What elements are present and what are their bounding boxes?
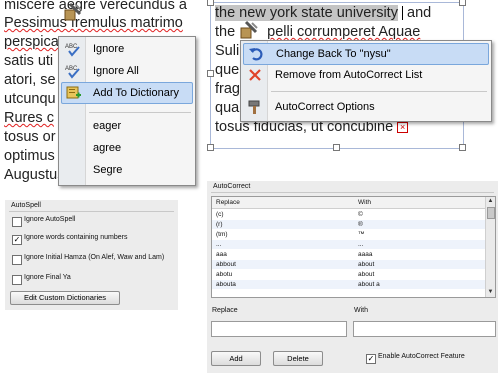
spellcheck-tool-icon[interactable] — [62, 2, 84, 22]
table-row[interactable]: abotu about — [212, 270, 485, 279]
table-row[interactable]: (c) © — [212, 210, 485, 219]
doc-line: satis uti — [4, 53, 54, 69]
suggestion-item[interactable]: Segre — [61, 160, 193, 180]
autospell-panel: AutoSpell Ignore AutoSpell ✓ Ignore word… — [5, 200, 178, 310]
suggestion-label: Segre — [93, 164, 123, 176]
option-label: Ignore Initial Hamza (On Alef, Waw and L… — [24, 254, 165, 261]
title-divider — [9, 211, 174, 212]
abc-check-icon: ABC — [65, 41, 81, 57]
doc-line: que — [215, 62, 240, 78]
doc-line: tosus or — [4, 129, 56, 145]
doc-line: frag — [215, 81, 240, 97]
autocorrect-panel: AutoCorrect Replace With (c) © (r) ® (tm) ™… — [207, 181, 498, 373]
scroll-thumb[interactable] — [487, 207, 495, 219]
undo-icon — [248, 46, 264, 62]
spelling-context-menu: ABC Ignore ABC Ignore All Add To Diction… — [58, 36, 196, 186]
panel-title: AutoSpell — [11, 202, 41, 209]
with-label: With — [354, 307, 368, 314]
menu-item-label: AutoCorrect Options — [275, 101, 375, 113]
scroll-down-icon[interactable]: ▼ — [487, 289, 494, 296]
replace-label: Replace — [212, 307, 238, 314]
delete-button[interactable]: Delete — [273, 351, 323, 366]
menu-item-label: Add To Dictionary — [93, 87, 180, 99]
suggestion-item[interactable]: agree — [61, 138, 193, 158]
option-label: Ignore words containing numbers — [24, 234, 128, 241]
menu-item-remove-autocorrect[interactable]: Remove from AutoCorrect List — [243, 65, 489, 85]
enable-autocorrect-label: Enable AutoCorrect Feature — [378, 353, 465, 360]
autocorrect-tool-icon[interactable] — [238, 20, 262, 40]
menu-item-ignore-all[interactable]: ABC Ignore All — [61, 61, 193, 81]
menu-item-label: Ignore All — [93, 65, 139, 77]
ignore-hamza-checkbox[interactable] — [12, 255, 22, 265]
autocorrect-context-menu: Change Back To "nysu" Remove from AutoCo… — [240, 40, 492, 122]
list-scrollbar[interactable]: ▲ ▼ — [485, 197, 495, 297]
with-input[interactable] — [353, 321, 496, 337]
doc-line: Suli — [215, 43, 240, 59]
doc-line: Augustus — [4, 167, 65, 183]
column-header-replace[interactable]: Replace — [216, 197, 240, 208]
table-row[interactable]: ...... — [212, 240, 485, 249]
list-header: Replace With — [212, 197, 485, 209]
doc-line: miscere aegre verecundus a — [4, 0, 187, 13]
scroll-up-icon[interactable]: ▲ — [487, 198, 494, 205]
table-row[interactable]: abouta about a — [212, 280, 485, 289]
doc-line: atori, se — [4, 72, 56, 88]
table-row[interactable]: (tm) ™ — [212, 230, 485, 239]
doc-line: qua — [215, 100, 240, 116]
option-label: Ignore Final Ya — [24, 274, 71, 281]
close-box-icon[interactable]: × — [397, 121, 409, 133]
menu-item-autocorrect-options[interactable]: AutoCorrect Options — [243, 97, 489, 117]
menu-item-label: Change Back To "nysu" — [276, 48, 391, 60]
hammer-icon — [247, 99, 263, 115]
doc-line: optimus — [4, 148, 55, 164]
menu-item-ignore[interactable]: ABC Ignore — [61, 39, 193, 59]
resize-handle[interactable] — [207, 144, 214, 151]
menu-item-change-back[interactable]: Change Back To "nysu" — [243, 43, 489, 65]
add-button[interactable]: Add — [211, 351, 261, 366]
menu-separator — [271, 91, 487, 92]
suggestion-item[interactable]: eager — [61, 116, 193, 136]
resize-handle[interactable] — [459, 0, 466, 6]
resize-handle[interactable] — [207, 70, 214, 77]
doc-line: utcunqu — [4, 91, 56, 107]
caret — [401, 6, 403, 21]
table-row[interactable]: aaa aaaa — [212, 250, 485, 259]
doc-line: Rures c — [4, 110, 54, 126]
suggestion-label: agree — [93, 142, 122, 154]
ignore-autospell-checkbox[interactable] — [12, 217, 22, 227]
resize-handle[interactable] — [207, 0, 214, 6]
autocorrect-list[interactable]: Replace With (c) © (r) ® (tm) ™ ...... aaa a… — [211, 196, 496, 298]
replace-input[interactable] — [211, 321, 347, 337]
doc-line: perspica — [4, 34, 59, 50]
edit-custom-dictionaries-button[interactable]: Edit Custom Dictionaries — [10, 291, 120, 305]
ignore-final-ya-checkbox[interactable] — [12, 275, 22, 285]
title-divider — [211, 192, 494, 193]
panel-title: AutoCorrect — [213, 183, 251, 190]
menu-separator — [89, 112, 191, 113]
enable-autocorrect-checkbox[interactable]: ✓ — [366, 354, 376, 364]
menu-item-label: Remove from AutoCorrect List — [275, 69, 423, 81]
ignore-numbers-checkbox[interactable]: ✓ — [12, 235, 22, 245]
menu-item-add-to-dictionary[interactable]: Add To Dictionary — [61, 82, 193, 104]
red-x-icon — [247, 67, 263, 83]
column-header-with[interactable]: With — [358, 197, 371, 208]
doc-line: Pessimus fremulus matrimo — [4, 15, 183, 31]
autocorrected-text[interactable]: the new york state university — [215, 5, 398, 21]
add-to-dictionary-icon — [65, 84, 81, 100]
table-row[interactable]: abbout about — [212, 260, 485, 269]
abc-check-icon: ABC — [65, 63, 81, 79]
resize-handle[interactable] — [333, 144, 340, 151]
table-row[interactable]: (r) ® — [212, 220, 485, 229]
resize-handle[interactable] — [459, 144, 466, 151]
menu-item-label: Ignore — [93, 43, 125, 55]
option-label: Ignore AutoSpell — [24, 216, 76, 223]
suggestion-label: eager — [93, 120, 122, 132]
